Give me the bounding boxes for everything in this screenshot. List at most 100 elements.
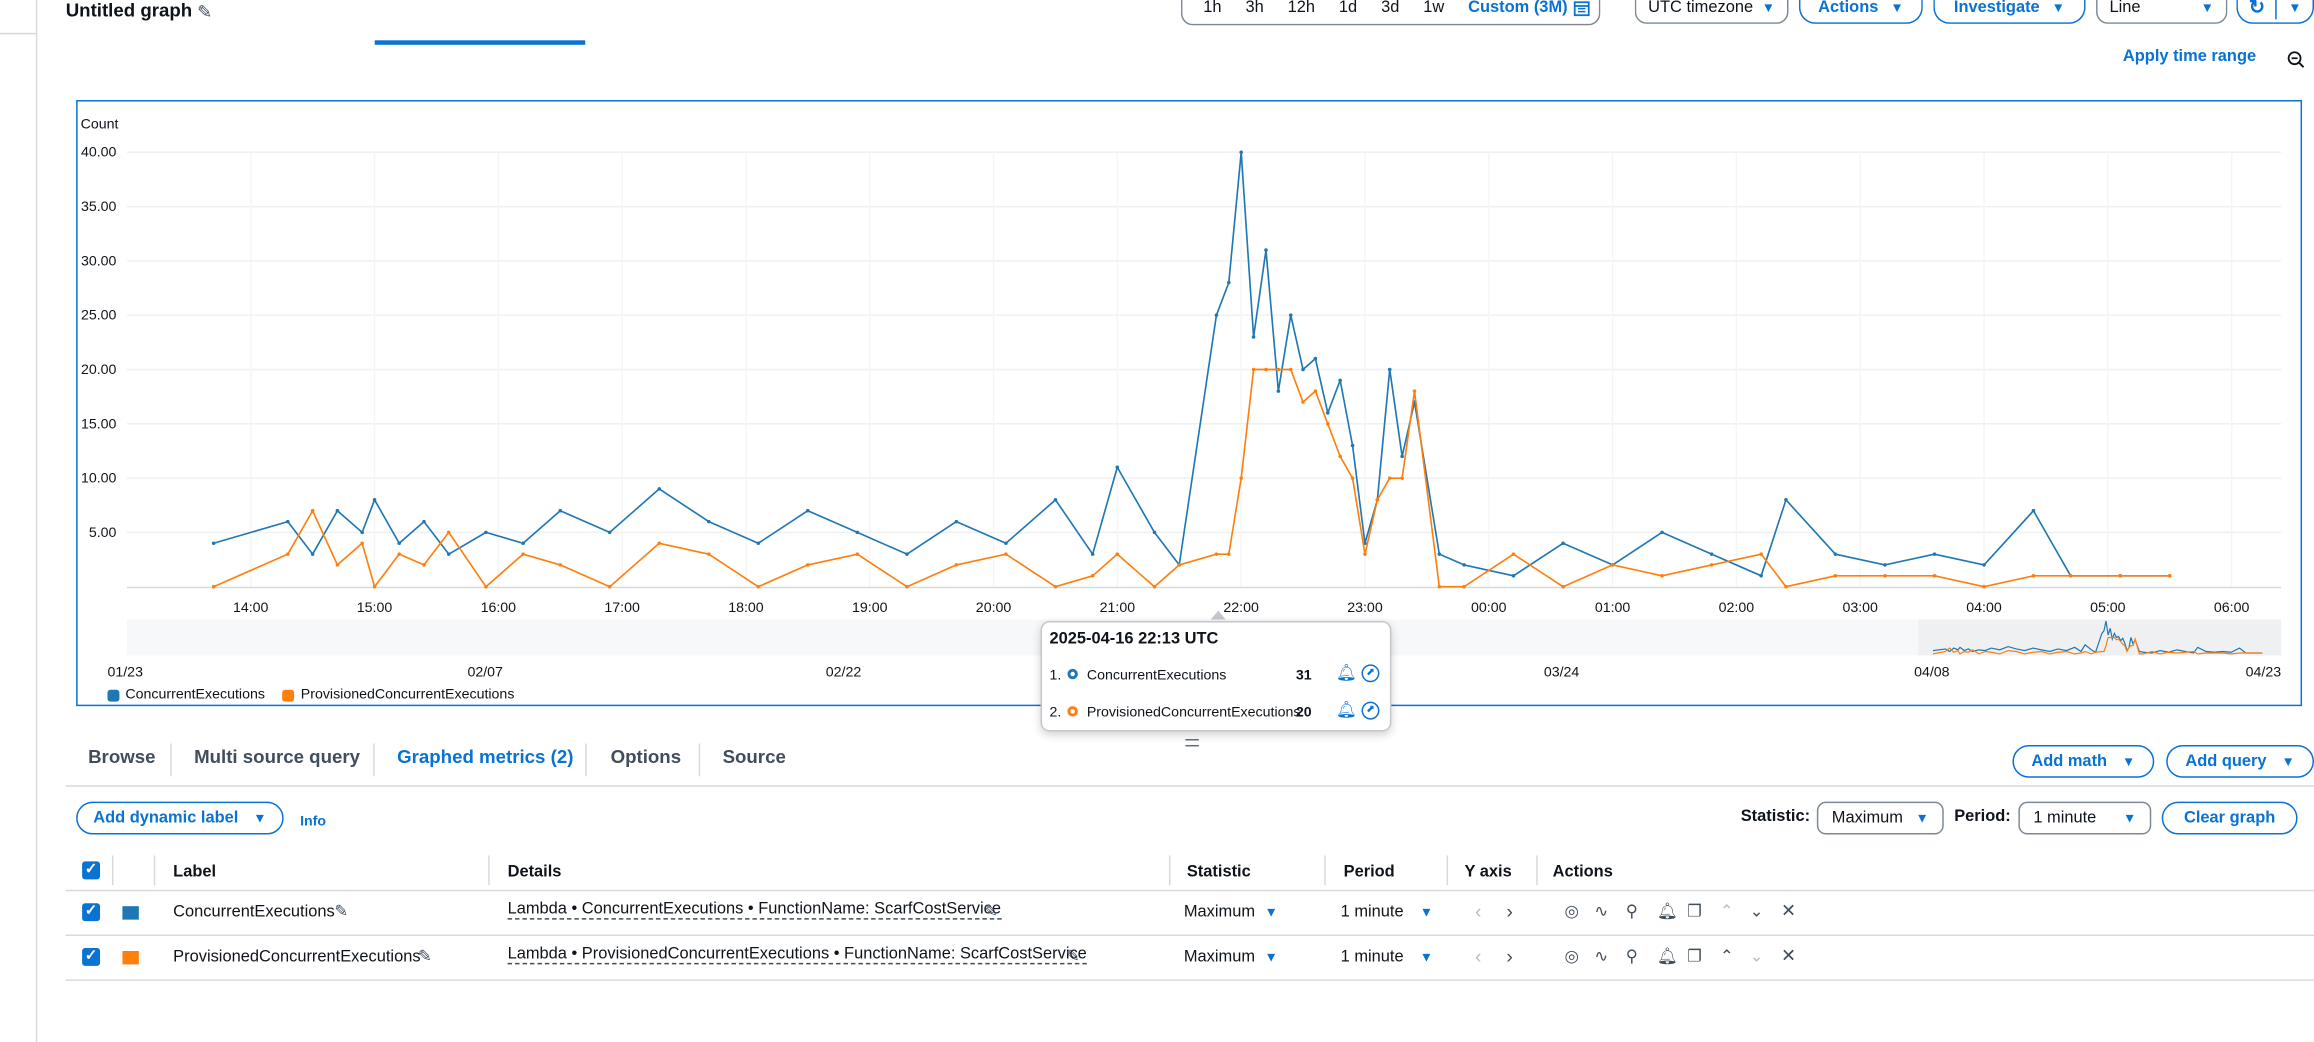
calendar-icon[interactable] [1573,0,1590,16]
period-select[interactable]: 1 minute ▼ [2018,801,2152,835]
clear-graph-button[interactable]: Clear graph [2161,801,2298,835]
tab-source[interactable]: Source [723,746,786,767]
series-color-swatch[interactable] [122,906,139,920]
data-point [2118,574,2123,578]
y-axis-left-icon[interactable]: ‹ [1475,945,1481,967]
caret-down-icon[interactable]: ▼ [1420,949,1433,964]
info-link[interactable]: Info [300,814,326,830]
compass-icon[interactable]: ⬈ [1361,701,1380,720]
tooltip-pointer [1210,610,1226,620]
tab-browse[interactable]: Browse [88,746,155,767]
range-3d[interactable]: 3d [1369,0,1411,16]
statistic-select[interactable]: Maximum ▼ [1816,801,1944,835]
data-point [2031,508,2036,513]
timezone-select[interactable]: UTC timezone ▼ [1634,0,1789,24]
row-period[interactable]: 1 minute [1341,903,1404,921]
tooltip-index: 1. [1049,667,1062,684]
row-details[interactable]: Lambda • ProvisionedConcurrentExecutions… [507,945,1087,965]
range-3h[interactable]: 3h [1234,0,1276,16]
refresh-icon[interactable]: ↻ [2238,0,2276,19]
edit-label-icon[interactable]: ✎ [418,946,432,966]
compass-icon[interactable]: ⬈ [1361,664,1380,683]
edit-label-icon[interactable]: ✎ [334,902,348,921]
series-color-swatch[interactable] [122,950,139,965]
y-axis-right-icon[interactable]: › [1506,900,1512,922]
copy-icon[interactable]: ❐ [1687,946,1702,966]
remove-icon[interactable]: ✕ [1781,945,1796,966]
compass-icon[interactable]: ◎ [1565,946,1579,966]
row-label[interactable]: ProvisionedConcurrentExecutions [173,948,420,966]
data-point [756,584,761,589]
range-1d[interactable]: 1d [1327,0,1369,16]
data-point [1561,541,1565,546]
bell-icon[interactable]: 🔔︎ [1657,946,1678,966]
add-query-button[interactable]: Add query ▼ [2166,744,2314,778]
actions-button[interactable]: Actions ▼ [1798,0,1923,24]
row-label[interactable]: ConcurrentExecutions [173,903,335,921]
move-down-icon[interactable]: ⌄ [1750,902,1764,921]
caret-down-icon[interactable]: ▼ [1264,949,1277,964]
compass-icon[interactable]: ◎ [1565,902,1579,921]
add-dynamic-label-button[interactable]: Add dynamic label ▼ [76,801,284,835]
move-down-icon[interactable]: ⌄ [1750,946,1764,966]
data-point [372,498,377,502]
refresh-options-icon[interactable]: ▼ [2277,0,2312,14]
select-all-checkbox[interactable]: ✓ [82,861,101,880]
investigate-button[interactable]: Investigate ▼ [1933,0,2086,24]
caret-down-icon[interactable]: ▼ [1420,905,1433,920]
graph-type-select[interactable]: Line ▼ [2096,0,2228,24]
bell-icon[interactable]: 🔔︎ [1336,700,1357,720]
search-icon[interactable]: ⚲ [1626,902,1638,921]
row-checkbox[interactable]: ✓ [82,947,101,966]
zoom-out-icon[interactable] [2287,51,2305,69]
legend-concurrent[interactable]: ConcurrentExecutions [125,687,265,703]
y-axis-left-icon[interactable]: ‹ [1475,900,1481,922]
range-custom[interactable]: Custom (3M) [1456,0,1573,16]
move-up-icon[interactable]: ⌃ [1720,902,1734,921]
overview-tick-label: 04/23 [2246,664,2282,680]
apply-time-range-link[interactable]: Apply time range [2123,48,2256,66]
data-point [558,563,563,567]
y-axis-right-icon[interactable]: › [1506,945,1512,967]
x-tick-label: 16:00 [481,600,517,616]
bell-icon[interactable]: 🔔︎ [1657,902,1678,921]
row-details[interactable]: Lambda • ConcurrentExecutions • Function… [507,900,1002,920]
bell-icon[interactable]: 🔔︎ [1336,663,1357,682]
tab-options[interactable]: Options [611,746,681,767]
anomaly-detection-icon[interactable]: ∿ [1594,902,1608,921]
edit-title-icon[interactable]: ✎ [197,1,212,22]
metrics-chart[interactable]: Count 40.00 35.00 30.00 25.00 20.00 15.00 10.00… [76,100,2302,706]
copy-icon[interactable]: ❐ [1687,902,1702,921]
row-period[interactable]: 1 minute [1341,948,1404,966]
legend-provisioned[interactable]: ProvisionedConcurrentExecutions [301,687,515,703]
range-1w[interactable]: 1w [1411,0,1456,16]
tab-graphed-metrics[interactable]: Graphed metrics (2) [397,746,573,767]
caret-down-icon: ▼ [1761,0,1776,15]
anomaly-detection-icon[interactable]: ∿ [1594,946,1608,966]
search-icon[interactable]: ⚲ [1626,946,1638,966]
move-up-icon[interactable]: ⌃ [1720,946,1734,966]
remove-icon[interactable]: ✕ [1781,900,1796,921]
row-checkbox[interactable]: ✓ [82,903,101,922]
row-statistic[interactable]: Maximum [1184,948,1255,966]
tooltip-series-name: ProvisionedConcurrentExecutions [1086,704,1301,722]
row-statistic[interactable]: Maximum [1184,903,1255,921]
tab-multi-source-query[interactable]: Multi source query [194,746,360,767]
data-point [286,552,290,556]
left-rail: ‹ [0,0,38,1042]
data-point [1437,584,1442,589]
data-point [521,552,525,556]
add-math-button[interactable]: Add math ▼ [2012,744,2155,778]
range-12h[interactable]: 12h [1276,0,1327,16]
caret-down-icon[interactable]: ▼ [1264,905,1277,920]
x-tick-label: 03:00 [1842,600,1878,616]
edit-details-icon[interactable]: ✎ [984,902,998,921]
data-point [1239,150,1243,155]
data-point [1338,454,1342,459]
edit-details-icon[interactable]: ✎ [1066,946,1080,966]
collapse-icon[interactable]: ‹ [0,0,1,15]
range-1h[interactable]: 1h [1191,0,1233,16]
data-point [1610,563,1615,567]
y-tick-label: 5.00 [89,525,117,541]
data-point [855,552,860,556]
